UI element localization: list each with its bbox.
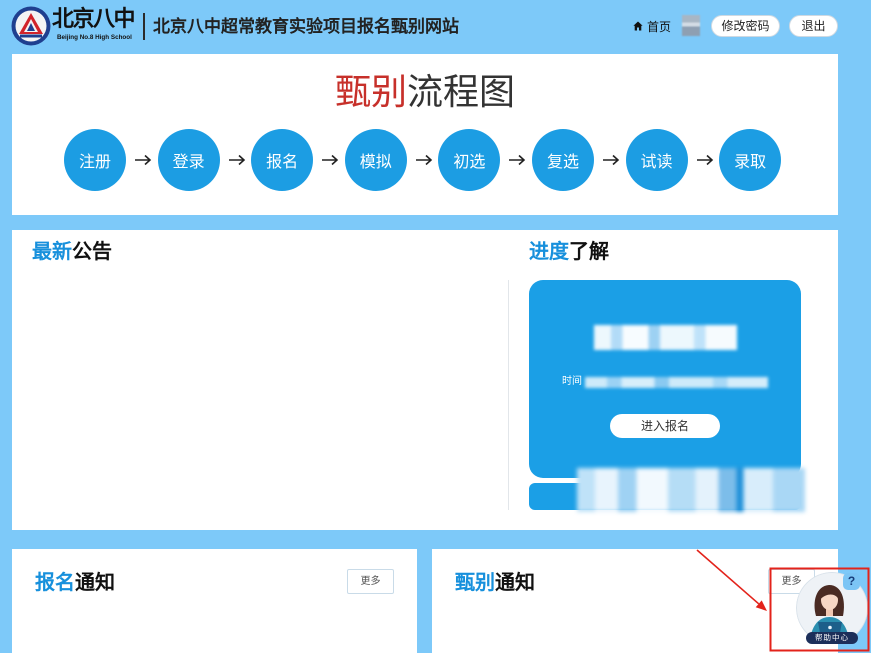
registration-notices-title: 报名通知 bbox=[35, 570, 115, 594]
section-divider bbox=[508, 280, 509, 510]
registration-notices-card: 报名通知 更多 bbox=[12, 549, 417, 653]
flow-step-second-round: 复选 bbox=[531, 129, 594, 191]
change-password-button[interactable]: 修改密码 bbox=[711, 15, 780, 37]
site-logo[interactable]: 北京八中 Beijing No.8 High School bbox=[0, 0, 140, 50]
arrow-right-icon bbox=[509, 154, 526, 166]
home-label: 首页 bbox=[647, 19, 672, 34]
help-center-widget[interactable]: ? 帮助中心 bbox=[796, 571, 870, 649]
redacted-time-value bbox=[585, 377, 768, 388]
flow-title-rest: 流程图 bbox=[407, 72, 516, 113]
registration-more-button[interactable]: 更多 bbox=[347, 569, 394, 594]
announcements-progress-card: 最新公告 进度了解 时间 进入报名 bbox=[12, 230, 838, 530]
flow-chart-title: 甄别流程图 bbox=[12, 73, 838, 113]
arrow-right-icon bbox=[696, 154, 713, 166]
screening-notices-title: 甄别通知 bbox=[455, 570, 535, 594]
registration-title-highlight: 报名 bbox=[35, 570, 75, 594]
flow-step-admission: 录取 bbox=[719, 129, 782, 191]
flow-step-mock-test: 模拟 bbox=[344, 129, 407, 191]
enter-registration-button[interactable]: 进入报名 bbox=[610, 414, 720, 438]
progress-title-rest: 了解 bbox=[569, 239, 609, 263]
arrow-right-icon bbox=[322, 154, 339, 166]
logout-button[interactable]: 退出 bbox=[789, 15, 838, 37]
flow-step-login: 登录 bbox=[157, 129, 220, 191]
arrow-right-icon bbox=[134, 154, 152, 166]
site-header: 北京八中 Beijing No.8 High School 北京八中超常教育实验… bbox=[0, 0, 871, 52]
time-label: 时间 bbox=[562, 376, 582, 387]
help-center-label: 帮助中心 bbox=[806, 632, 858, 644]
flow-step-preliminary: 初选 bbox=[438, 129, 501, 191]
registration-title-rest: 通知 bbox=[75, 570, 115, 594]
arrow-right-icon bbox=[602, 154, 620, 166]
flow-step-apply: 报名 bbox=[251, 129, 314, 191]
flow-step-trial-class: 试读 bbox=[625, 129, 688, 191]
screening-notices-card: 甄别通知 更多 bbox=[432, 549, 838, 653]
school-emblem-icon bbox=[11, 6, 51, 46]
progress-status-box: 时间 进入报名 bbox=[529, 280, 801, 478]
redacted-username[interactable] bbox=[682, 15, 700, 36]
redacted-status-text bbox=[594, 325, 737, 350]
announcements-title-rest: 公告 bbox=[72, 239, 112, 263]
logo-name-cn: 北京八中 bbox=[52, 6, 136, 32]
home-link[interactable]: 首页 bbox=[633, 17, 671, 35]
site-title: 北京八中超常教育实验项目报名甄别网站 bbox=[153, 17, 459, 37]
screening-title-highlight: 甄别 bbox=[455, 570, 495, 594]
screening-title-rest: 通知 bbox=[495, 570, 535, 594]
home-icon bbox=[633, 21, 643, 31]
redacted-secondary-text bbox=[577, 468, 805, 512]
logo-name-en: Beijing No.8 High School bbox=[57, 34, 132, 41]
progress-title-highlight: 进度 bbox=[529, 239, 569, 263]
flow-title-highlight: 甄别 bbox=[334, 72, 407, 113]
question-icon: ? bbox=[843, 573, 860, 590]
progress-title: 进度了解 bbox=[529, 239, 609, 263]
flow-step-register: 注册 bbox=[64, 129, 126, 191]
arrow-right-icon bbox=[228, 154, 245, 166]
flow-steps: 注册 登录 报名 模拟 初选 复选 试读 录取 bbox=[12, 129, 838, 191]
latest-announcements-title: 最新公告 bbox=[32, 239, 112, 263]
arrow-right-icon bbox=[415, 154, 432, 166]
title-divider bbox=[143, 13, 145, 40]
flow-chart-card: 甄别流程图 注册 登录 报名 模拟 初选 复选 试读 录取 bbox=[12, 54, 838, 215]
announcements-title-highlight: 最新 bbox=[32, 239, 72, 263]
